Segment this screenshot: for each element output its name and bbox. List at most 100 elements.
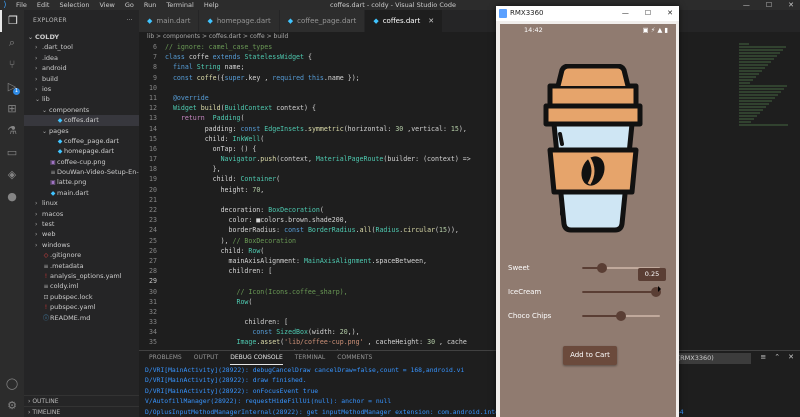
editor-tabs: ◆ main.dart ◆ homepage.dart ◆ coffee_page.dar… — [139, 10, 800, 32]
tree-item[interactable]: ≡coldy.iml — [24, 281, 139, 291]
tab-coffee_page-dart[interactable]: ◆ coffee_page.dart — [279, 10, 366, 32]
tree-item[interactable]: › test — [24, 219, 139, 229]
slider-track[interactable] — [582, 287, 662, 297]
menu-go[interactable]: Go — [125, 1, 134, 9]
slider-thumb[interactable] — [616, 311, 626, 321]
menu-help[interactable]: Help — [204, 1, 219, 9]
tree-item[interactable]: ! analysis_options.yaml — [24, 271, 139, 281]
panel-tab-terminal[interactable]: TERMINAL — [295, 351, 326, 365]
run-debug-icon[interactable]: ▷ 1 — [0, 76, 24, 98]
source-control-icon[interactable]: ⑂ — [0, 54, 24, 76]
panel-tab-output[interactable]: OUTPUT — [194, 351, 218, 365]
slider-thumb[interactable] — [596, 263, 607, 273]
tree-item[interactable]: ⌄ components — [24, 105, 139, 115]
tree-item-label: components — [49, 105, 90, 114]
menu-run[interactable]: Run — [144, 1, 156, 9]
outline-section[interactable]: › OUTLINE — [24, 395, 139, 406]
status-time: 14:42 — [524, 26, 543, 34]
tree-item[interactable]: ≡DouWan-Video-Setup-En-4... — [24, 167, 139, 177]
panel-tab-comments[interactable]: COMMENTS — [337, 351, 372, 365]
tree-item[interactable]: ▣coffee-cup.png — [24, 157, 139, 167]
debug-device-select[interactable]: t (RMX3360) — [669, 353, 751, 364]
line-number: 17 — [149, 155, 157, 164]
minimap[interactable] — [739, 42, 799, 342]
line-number: 11 — [149, 93, 157, 102]
code-text: const coffe({super.key , required this.n… — [172, 73, 360, 82]
tree-item[interactable]: ⓘREADME.md — [24, 313, 139, 323]
tree-item[interactable]: ! pubspec.yaml — [24, 302, 139, 312]
tree-item[interactable]: › build — [24, 74, 139, 84]
explorer-icon[interactable]: ❐ — [0, 10, 24, 32]
manage-gear-icon[interactable]: ⚙ — [0, 395, 24, 417]
flutter-icon[interactable]: ◈ — [0, 164, 24, 186]
panel-tab-problems[interactable]: PROBLEMS — [149, 351, 182, 365]
extensions-icon[interactable]: ⊞ — [0, 98, 24, 120]
tree-item[interactable]: ◆ homepage.dart — [24, 146, 139, 156]
tree-item[interactable]: ⌄ lib — [24, 94, 139, 104]
menu-selection[interactable]: Selection — [59, 1, 89, 9]
maximize-button[interactable]: ☐ — [766, 0, 772, 10]
tree-item[interactable]: › android — [24, 63, 139, 73]
menu-file[interactable]: File — [16, 1, 27, 9]
file-tree: › .dart_tool › .idea › android › build › ios ⌄ lib ⌄… — [24, 42, 139, 323]
tree-item[interactable]: ⊡pubspec.lock — [24, 292, 139, 302]
tab-coffes-dart[interactable]: ◆ coffes.dart ✕ — [365, 10, 444, 32]
tree-item[interactable]: ◆ coffes.dart — [24, 115, 139, 126]
menu-terminal[interactable]: Terminal — [166, 1, 193, 9]
tab-homepage-dart[interactable]: ◆ homepage.dart — [199, 10, 280, 32]
tree-item[interactable]: › .dart_tool — [24, 42, 139, 52]
slider-fill — [582, 291, 657, 293]
close-panel-icon[interactable]: ✕ — [788, 353, 794, 361]
search-icon[interactable]: ⌕ — [0, 32, 24, 54]
tab-label: coffee_page.dart — [297, 17, 357, 25]
workspace-root[interactable]: ⌄ COLDY — [24, 32, 139, 42]
tree-item[interactable]: ≡.metadata — [24, 261, 139, 271]
testing-icon[interactable]: ⚗ — [0, 120, 24, 142]
tree-item-label: coffee_page.dart — [64, 136, 119, 145]
menu-edit[interactable]: Edit — [37, 1, 50, 9]
tree-item[interactable]: › linux — [24, 198, 139, 208]
minimap-line — [739, 64, 768, 66]
emu-minimize-button[interactable]: — — [622, 6, 629, 21]
account-icon[interactable]: ◯ — [0, 373, 24, 395]
tree-item[interactable]: › web — [24, 229, 139, 239]
github-icon[interactable]: ● — [0, 186, 24, 208]
minimap-line — [739, 85, 787, 87]
panel-tab-debug-console[interactable]: DEBUG CONSOLE — [230, 351, 283, 365]
tree-item[interactable]: ▣latte.png — [24, 177, 139, 187]
tree-item[interactable]: › macos — [24, 209, 139, 219]
close-button[interactable]: ✕ — [788, 0, 794, 10]
slider-track[interactable] — [582, 311, 660, 321]
minimize-button[interactable]: — — [743, 0, 750, 10]
tree-item-label: analysis_options.yaml — [50, 271, 122, 280]
code-line: 12 Widget build(BuildContext context) { — [139, 103, 800, 113]
tree-item-label: pages — [49, 126, 69, 135]
tab-main-dart[interactable]: ◆ main.dart — [139, 10, 200, 32]
outline-label: OUTLINE — [32, 398, 59, 405]
add-to-cart-button[interactable]: Add to Cart — [563, 346, 617, 365]
minimap-line — [739, 73, 759, 75]
explorer-more-icon[interactable]: ··· — [126, 10, 133, 32]
maximize-panel-icon[interactable]: ⌃ — [774, 353, 780, 361]
code-text: borderRadius: const BorderRadius.all(Rad… — [165, 226, 459, 235]
status-icons: ▣ ⚡ ▲ ▮ — [642, 26, 668, 34]
emu-maximize-button[interactable]: ☐ — [645, 6, 651, 21]
tree-item[interactable]: ⌄ pages — [24, 126, 139, 136]
code-editor[interactable]: 6 // ignore: camel_case_types 7 class coffe… — [139, 42, 800, 352]
tree-item[interactable]: › windows — [24, 240, 139, 250]
breadcrumb[interactable]: lib > components > coffes.dart > coffe >… — [147, 32, 288, 42]
remote-explorer-icon[interactable]: ▭ — [0, 142, 24, 164]
menu-view[interactable]: View — [99, 1, 114, 9]
clear-icon[interactable]: ≡ — [760, 353, 766, 361]
close-tab-icon[interactable]: ✕ — [428, 17, 434, 25]
code-text: height: 70, — [165, 185, 265, 194]
tree-item[interactable]: › ios — [24, 84, 139, 94]
tree-item[interactable]: ◆ main.dart — [24, 188, 139, 198]
tree-item[interactable]: ◆ coffee_page.dart — [24, 136, 139, 146]
emu-close-button[interactable]: ✕ — [667, 6, 673, 21]
tree-item[interactable]: › .idea — [24, 53, 139, 63]
tree-item[interactable]: ◇ .gitignore — [24, 250, 139, 260]
timeline-section[interactable]: › TIMELINE — [24, 406, 139, 417]
code-line: 20 height: 70, — [139, 185, 800, 195]
code-text: children: [ — [165, 318, 289, 327]
